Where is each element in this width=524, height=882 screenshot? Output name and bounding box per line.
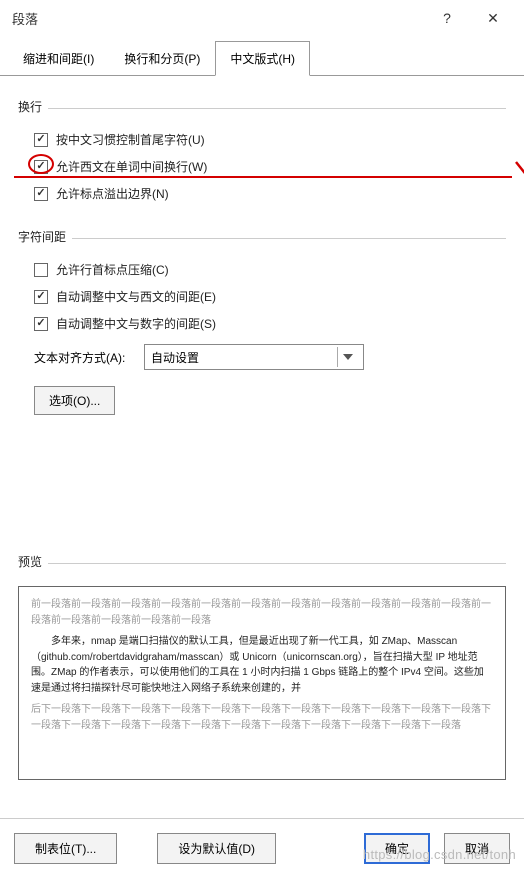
text-alignment-label: 文本对齐方式(A): (34, 349, 144, 366)
options-button[interactable]: 选项(O)... (34, 386, 115, 415)
checkbox-icon[interactable] (34, 133, 48, 147)
cancel-button[interactable]: 取消 (444, 833, 510, 864)
select-value: 自动设置 (151, 349, 199, 366)
checkbox-label: 自动调整中文与西文的间距(E) (56, 288, 216, 305)
checkbox-icon[interactable] (34, 263, 48, 277)
checkbox-row-cn-number-space[interactable]: 自动调整中文与数字的间距(S) (34, 315, 506, 332)
checkbox-row-hanging-punct[interactable]: 允许标点溢出边界(N) (34, 185, 506, 202)
annotation-checkmark-icon (514, 148, 524, 176)
checkbox-label: 允许标点溢出边界(N) (56, 185, 169, 202)
checkbox-row-latin-wrap[interactable]: 允许西文在单词中间换行(W) (34, 158, 506, 175)
panel-asian: 换行 按中文习惯控制首尾字符(U) 允许西文在单词中间换行(W) 允许标点溢出边… (0, 76, 524, 786)
group-spacing-title: 字符间距 (18, 228, 66, 245)
group-preview-title: 预览 (18, 553, 42, 570)
ok-button[interactable]: 确定 (364, 833, 430, 864)
checkbox-label: 自动调整中文与数字的间距(S) (56, 315, 216, 332)
checkbox-icon[interactable] (34, 317, 48, 331)
text-alignment-field: 文本对齐方式(A): 自动设置 (34, 344, 506, 370)
annotation-circle-icon (28, 154, 54, 174)
help-button[interactable]: ? (424, 2, 470, 34)
titlebar: 段落 ? ✕ (0, 0, 524, 36)
window-title: 段落 (12, 9, 424, 28)
tab-asian-typography[interactable]: 中文版式(H) (215, 41, 310, 76)
tabs-button[interactable]: 制表位(T)... (14, 833, 117, 864)
annotation-underline-icon (14, 176, 512, 178)
checkbox-icon[interactable] (34, 290, 48, 304)
preview-box: 前一段落前一段落前一段落前一段落前一段落前一段落前一段落前一段落前一段落前一段落… (18, 586, 506, 780)
tab-indent[interactable]: 缩进和间距(I) (8, 41, 109, 76)
preview-sample-text: 多年来，nmap 是端口扫描仪的默认工具，但是最近出现了新一代工具，如 ZMap… (31, 634, 493, 696)
tab-strip: 缩进和间距(I) 换行和分页(P) 中文版式(H) (0, 40, 524, 76)
preview-gray-after: 后下一段落下一段落下一段落下一段落下一段落下一段落下一段落下一段落下一段落下一段… (31, 702, 493, 733)
checkbox-row-compress-punct[interactable]: 允许行首标点压缩(C) (34, 261, 506, 278)
close-button[interactable]: ✕ (470, 2, 516, 34)
checkbox-label: 允许西文在单词中间换行(W) (56, 158, 207, 175)
group-linebreak-title: 换行 (18, 98, 42, 115)
checkbox-row-cn-latin-space[interactable]: 自动调整中文与西文的间距(E) (34, 288, 506, 305)
checkbox-row-first-last-chars[interactable]: 按中文习惯控制首尾字符(U) (34, 131, 506, 148)
preview-gray-before: 前一段落前一段落前一段落前一段落前一段落前一段落前一段落前一段落前一段落前一段落… (31, 597, 493, 628)
set-default-button[interactable]: 设为默认值(D) (157, 833, 276, 864)
checkbox-icon[interactable] (34, 187, 48, 201)
tab-pagination[interactable]: 换行和分页(P) (109, 41, 215, 76)
dialog-footer: 制表位(T)... 设为默认值(D) 确定 取消 (0, 818, 524, 882)
checkbox-label: 按中文习惯控制首尾字符(U) (56, 131, 205, 148)
chevron-down-icon (337, 347, 357, 367)
checkbox-label: 允许行首标点压缩(C) (56, 261, 169, 278)
text-alignment-select[interactable]: 自动设置 (144, 344, 364, 370)
